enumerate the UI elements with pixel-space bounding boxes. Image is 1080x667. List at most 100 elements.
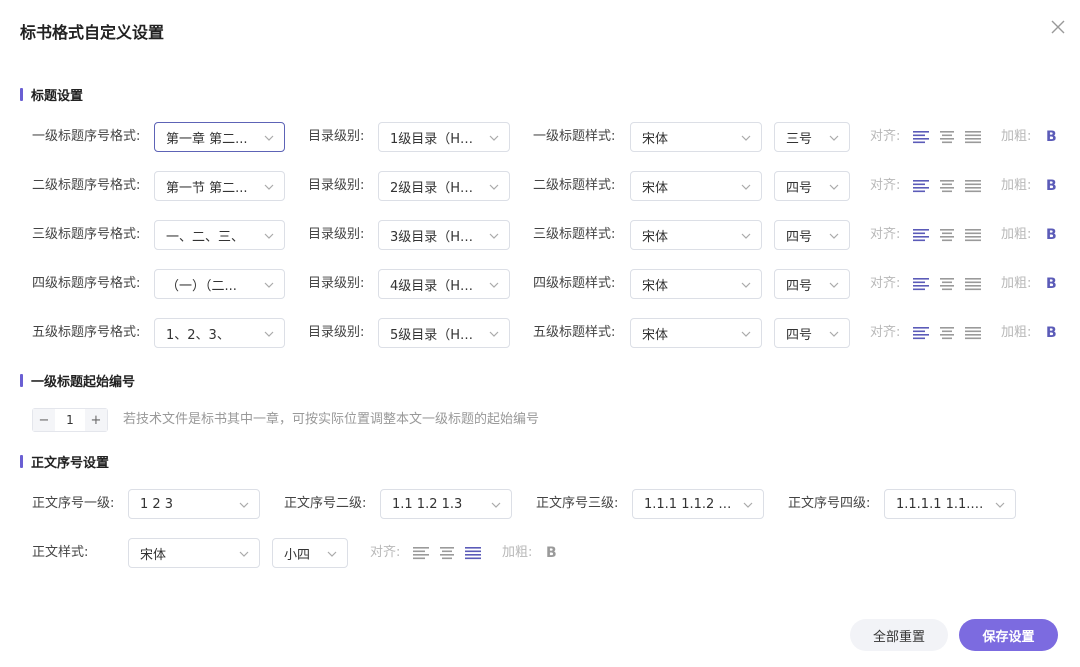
heading-align-justify-icon[interactable] (965, 277, 981, 291)
heading-font-select[interactable]: 宋体 (630, 122, 762, 152)
chevron-down-icon (741, 282, 751, 288)
align-label: 对齐: (870, 227, 901, 242)
align-label: 对齐: (870, 276, 901, 291)
heading-bold-toggle[interactable]: B (1046, 220, 1057, 250)
heading-style-label: 三级标题样式: (533, 227, 616, 242)
body-level1-select[interactable]: 1 2 3 (128, 489, 260, 519)
heading-style-label: 二级标题样式: (533, 178, 616, 193)
toc-level-select[interactable]: 5级目录（H5） (378, 318, 510, 348)
chevron-down-icon (829, 282, 839, 288)
start-number-hint: 若技术文件是标书其中一章，可按实际位置调整本文一级标题的起始编号 (123, 412, 540, 427)
heading-font-select[interactable]: 宋体 (630, 269, 762, 299)
body-font-select[interactable]: 宋体 (128, 538, 260, 568)
chevron-down-icon (264, 282, 274, 288)
heading-format-select[interactable]: 一、二、三、 (154, 220, 285, 250)
heading-format-label: 一级标题序号格式: (32, 129, 141, 144)
body-align-justify-icon[interactable] (465, 546, 481, 560)
body-align-left-icon[interactable] (413, 546, 429, 560)
start-number-value[interactable]: 1 (55, 409, 85, 431)
body-level3-label: 正文序号三级: (536, 496, 619, 511)
heading-size-select[interactable]: 四号 (774, 171, 850, 201)
toc-level-select[interactable]: 3级目录（H3） (378, 220, 510, 250)
body-level2-label: 正文序号二级: (284, 496, 367, 511)
body-style-label: 正文样式: (32, 545, 89, 560)
start-number-stepper[interactable]: − 1 + (32, 408, 108, 432)
toc-level-label: 目录级别: (308, 325, 365, 340)
heading-align-left-icon[interactable] (913, 179, 929, 193)
heading-bold-toggle[interactable]: B (1046, 171, 1057, 201)
chevron-down-icon (489, 184, 499, 190)
heading-align-center-icon[interactable] (939, 179, 955, 193)
chevron-down-icon (741, 135, 751, 141)
chevron-down-icon (741, 233, 751, 239)
chevron-down-icon (489, 135, 499, 141)
close-icon[interactable] (1048, 17, 1068, 37)
heading-align-justify-icon[interactable] (965, 130, 981, 144)
heading-font-select[interactable]: 宋体 (630, 318, 762, 348)
toc-level-label: 目录级别: (308, 276, 365, 291)
chevron-down-icon (995, 502, 1005, 508)
chevron-down-icon (491, 502, 501, 508)
chevron-down-icon (829, 233, 839, 239)
heading-align-center-icon[interactable] (939, 277, 955, 291)
heading-size-select[interactable]: 三号 (774, 122, 850, 152)
toc-level-select[interactable]: 1级目录（H1） (378, 122, 510, 152)
chevron-down-icon (239, 502, 249, 508)
heading-style-label: 五级标题样式: (533, 325, 616, 340)
body-level4-label: 正文序号四级: (788, 496, 871, 511)
heading-align-left-icon[interactable] (913, 228, 929, 242)
reset-all-button[interactable]: 全部重置 (850, 619, 948, 651)
heading-bold-toggle[interactable]: B (1046, 269, 1057, 299)
chevron-down-icon (829, 184, 839, 190)
heading-format-label: 四级标题序号格式: (32, 276, 141, 291)
heading-align-justify-icon[interactable] (965, 179, 981, 193)
body-level1-label: 正文序号一级: (32, 496, 115, 511)
save-settings-button[interactable]: 保存设置 (959, 619, 1058, 651)
heading-font-select[interactable]: 宋体 (630, 220, 762, 250)
section-start-number: 一级标题起始编号 (20, 371, 135, 390)
chevron-down-icon (264, 135, 274, 141)
format-settings-dialog: 标书格式自定义设置 标题设置 一级标题序号格式: 第一章 第二... 目录级别: 1级… (0, 0, 1080, 667)
heading-format-select[interactable]: 第一章 第二... (154, 122, 285, 152)
heading-align-left-icon[interactable] (913, 130, 929, 144)
body-level3-select[interactable]: 1.1.1 1.1.2 1.... (632, 489, 764, 519)
heading-size-select[interactable]: 四号 (774, 220, 850, 250)
chevron-down-icon (489, 233, 499, 239)
chevron-down-icon (239, 551, 249, 557)
chevron-down-icon (743, 502, 753, 508)
heading-size-select[interactable]: 四号 (774, 269, 850, 299)
section-heading-settings: 标题设置 (20, 85, 83, 104)
heading-size-select[interactable]: 四号 (774, 318, 850, 348)
heading-bold-toggle[interactable]: B (1046, 122, 1057, 152)
increment-button[interactable]: + (85, 409, 107, 431)
body-bold-label: 加粗: (502, 545, 533, 560)
body-level2-select[interactable]: 1.1 1.2 1.3 (380, 489, 512, 519)
section-body-numbering: 正文序号设置 (20, 452, 109, 471)
body-size-select[interactable]: 小四 (272, 538, 348, 568)
heading-align-center-icon[interactable] (939, 228, 955, 242)
heading-bold-toggle[interactable]: B (1046, 318, 1057, 348)
body-level4-select[interactable]: 1.1.1.1 1.1.1.... (884, 489, 1016, 519)
toc-level-select[interactable]: 4级目录（H4） (378, 269, 510, 299)
heading-align-left-icon[interactable] (913, 326, 929, 340)
heading-align-left-icon[interactable] (913, 277, 929, 291)
chevron-down-icon (829, 331, 839, 337)
heading-format-select[interactable]: 第一节 第二... (154, 171, 285, 201)
chevron-down-icon (264, 331, 274, 337)
toc-level-label: 目录级别: (308, 129, 365, 144)
heading-format-select[interactable]: （一）（二... (154, 269, 285, 299)
heading-align-center-icon[interactable] (939, 130, 955, 144)
heading-align-justify-icon[interactable] (965, 228, 981, 242)
heading-align-center-icon[interactable] (939, 326, 955, 340)
heading-align-justify-icon[interactable] (965, 326, 981, 340)
decrement-button[interactable]: − (33, 409, 55, 431)
heading-format-label: 五级标题序号格式: (32, 325, 141, 340)
toc-level-select[interactable]: 2级目录（H2） (378, 171, 510, 201)
heading-format-select[interactable]: 1、2、3、 (154, 318, 285, 348)
bold-label: 加粗: (1001, 227, 1032, 242)
chevron-down-icon (741, 331, 751, 337)
heading-font-select[interactable]: 宋体 (630, 171, 762, 201)
body-bold-toggle[interactable]: B (546, 538, 557, 568)
chevron-down-icon (829, 135, 839, 141)
body-align-center-icon[interactable] (439, 546, 455, 560)
